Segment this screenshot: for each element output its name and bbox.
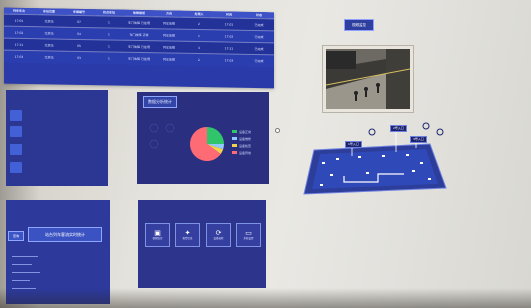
table-body: 17:01 北京站 07 1 车门故障 已处理 列车故障 2 17:01 已完成 17:02 北京站… <box>4 14 274 67</box>
camera-title[interactable]: 视频监控 <box>344 19 374 31</box>
action-label: 视频监控 <box>152 237 163 240</box>
camera-image <box>326 49 410 109</box>
decor-circle-icon <box>149 123 159 133</box>
table-cell: 1 <box>184 29 214 42</box>
legend-swatch <box>232 144 237 147</box>
cursor-pointer-icon <box>275 128 280 133</box>
legend-item: 设备异常 <box>232 149 251 156</box>
table-cell: 17:01 <box>4 14 34 27</box>
legend-item: 设备维修 <box>232 135 251 142</box>
menu-button-2[interactable] <box>10 126 22 137</box>
action-button-settings[interactable]: ▭ 系统设置 <box>236 223 261 247</box>
decor-circle-icon <box>165 123 175 133</box>
chart-line <box>12 256 38 257</box>
legend-label: 设备维修 <box>239 136 252 141</box>
refresh-icon: ⟳ <box>215 229 222 237</box>
table-cell: 车门故障 正常 <box>124 28 154 41</box>
chart-line <box>12 272 40 273</box>
table-cell: 1 <box>94 27 124 41</box>
table-cell: 已完成 <box>244 54 274 67</box>
camera-feed[interactable] <box>322 45 414 113</box>
table-cell: 已完成 <box>244 30 274 43</box>
passenger-flow-title: 站台列车客流实时统计 <box>28 227 102 242</box>
legend-label: 设备正常 <box>239 129 252 134</box>
table-cell: 北京站 <box>34 26 64 40</box>
table-cell: 03 <box>64 51 94 64</box>
table-cell: 3 <box>184 41 214 54</box>
table-cell: 列车故障 <box>154 16 184 30</box>
table-cell: 2 <box>184 17 214 30</box>
action-label: 报警信息 <box>182 237 193 240</box>
menu-button-4[interactable] <box>10 162 22 173</box>
camera-icon: ▣ <box>154 229 161 237</box>
legend-label: 设备异常 <box>239 150 252 155</box>
station-floor-plan[interactable] <box>300 118 450 198</box>
table-cell: 列车故障 <box>154 52 184 66</box>
floor-shadow <box>0 288 531 308</box>
legend-item: 设备正常 <box>232 128 251 135</box>
table-cell: 07 <box>64 15 94 28</box>
table-cell: 北京站 <box>34 38 64 52</box>
table-cell: 17:02 <box>4 26 34 39</box>
table-cell: 17:03 <box>4 50 34 63</box>
map-label-entrance-3[interactable]: 3号入口 <box>410 136 427 143</box>
action-button-alarm[interactable]: ✦ 报警信息 <box>175 223 200 247</box>
table-cell: 17:03 <box>214 53 244 67</box>
table-cell: 已完成 <box>244 42 274 55</box>
fault-table-panel: 列车车次 车站位置 车厢编号 终点车站 故障描述 方向 处理人 时间 状态 17:01 北京站 07… <box>4 7 274 89</box>
chart-legend: 设备正常设备维修设备检查设备异常 <box>232 128 251 156</box>
table-cell: 17:02 <box>214 29 244 43</box>
quick-actions-panel: ▣ 视频监控 ✦ 报警信息 ⟳ 设备巡检 ▭ 系统设置 <box>138 200 266 288</box>
table-cell: 05 <box>64 39 94 52</box>
fault-table: 列车车次 车站位置 车厢编号 终点车站 故障描述 方向 处理人 时间 状态 17:01 北京站 07… <box>4 7 274 67</box>
table-cell: 车门故障 已处理 <box>124 52 154 65</box>
table-cell: 车门故障 已处理 <box>124 40 154 53</box>
legend-swatch <box>232 151 237 154</box>
legend-item: 设备检查 <box>232 142 251 149</box>
action-button-inspection[interactable]: ⟳ 设备巡检 <box>206 223 231 247</box>
chart-line <box>12 280 30 281</box>
decor-circle-icon <box>149 139 159 149</box>
table-cell: 17:01 <box>214 17 244 31</box>
table-cell: 2 <box>184 53 214 66</box>
table-cell: 17:11 <box>4 38 34 51</box>
query-button[interactable]: 查询 <box>8 231 24 241</box>
legend-swatch <box>232 137 237 140</box>
action-button-video[interactable]: ▣ 视频监控 <box>145 223 170 247</box>
table-cell: 1 <box>94 51 124 65</box>
table-cell: 已完成 <box>244 18 274 31</box>
menu-button-3[interactable] <box>10 144 22 155</box>
action-label: 设备巡检 <box>213 237 224 240</box>
table-cell: 北京站 <box>34 50 64 64</box>
table-cell: 列车故障 <box>154 40 184 54</box>
table-cell: 1 <box>94 39 124 53</box>
table-cell: 04 <box>64 27 94 40</box>
table-cell: 17:11 <box>214 41 244 55</box>
legend-swatch <box>232 130 237 133</box>
table-cell: 1 <box>94 15 124 29</box>
pie-slice[interactable] <box>207 127 224 144</box>
table-cell: 车门故障 已处理 <box>124 16 154 29</box>
table-cell: 北京站 <box>34 14 64 28</box>
monitor-icon: ▭ <box>245 229 252 237</box>
map-label-entrance-2[interactable]: 2号入口 <box>390 125 407 132</box>
menu-button-1[interactable] <box>10 110 22 121</box>
map-label-entrance-1[interactable]: 1号入口 <box>345 141 362 148</box>
left-menu-panel <box>6 90 108 186</box>
table-cell: 列车故障 <box>154 28 184 42</box>
statistics-chart-panel: 数据分析统计 设备正常 设备维修 设备检查 设备异常 <box>137 92 269 184</box>
star-icon: ✦ <box>184 229 191 237</box>
chart-line <box>12 264 32 265</box>
action-label: 系统设置 <box>243 237 254 240</box>
legend-label: 设备检查 <box>239 143 252 148</box>
